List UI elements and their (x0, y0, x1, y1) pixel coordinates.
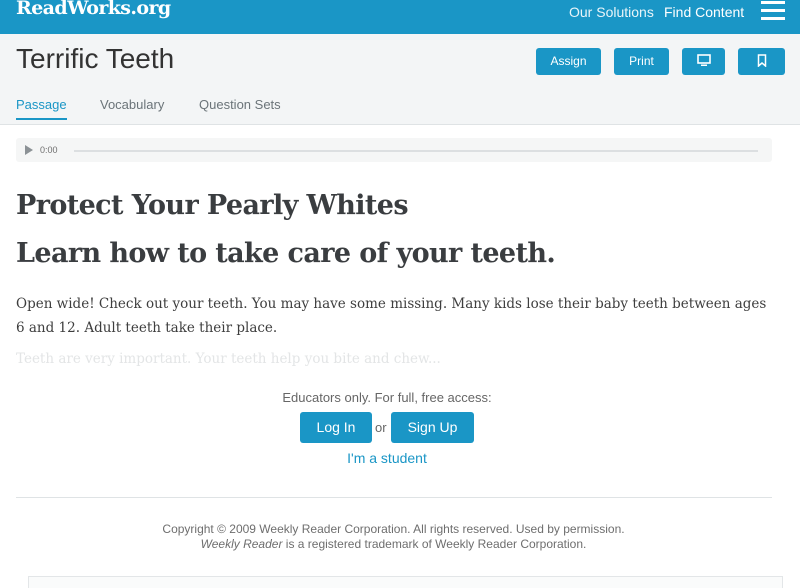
trademark-text: is a registered trademark of Weekly Read… (282, 537, 587, 551)
sign-up-button[interactable]: Sign Up (391, 412, 474, 443)
assign-button[interactable]: Assign (536, 48, 601, 75)
monitor-icon (696, 54, 711, 66)
audio-time: 0:00 (40, 145, 58, 155)
passage-heading: Protect Your Pearly Whites (16, 190, 409, 221)
audio-progress-track[interactable] (74, 150, 758, 152)
tab-passage[interactable]: Passage (16, 97, 67, 120)
article-header: Terrific Teeth Assign Print Passage Voca… (0, 34, 800, 125)
nav-find-content[interactable]: Find Content (664, 4, 744, 20)
nav-our-solutions[interactable]: Our Solutions (569, 4, 654, 20)
page-title: Terrific Teeth (16, 43, 175, 74)
print-button[interactable]: Print (614, 48, 669, 75)
passage-subheading: Learn how to take care of your teeth. (16, 238, 556, 269)
trademark-brand: Weekly Reader (200, 537, 283, 551)
copyright-line: Copyright © 2009 Weekly Reader Corporati… (162, 522, 625, 536)
log-in-button[interactable]: Log In (300, 412, 372, 443)
tab-vocabulary[interactable]: Vocabulary (100, 97, 164, 112)
footer-divider (16, 497, 772, 498)
bottom-panel (28, 576, 783, 588)
present-button[interactable] (682, 48, 725, 75)
hamburger-menu-icon[interactable] (761, 1, 785, 21)
copyright-notice: Copyright © 2009 Weekly Reader Corporati… (0, 522, 787, 552)
bookmark-icon (757, 54, 766, 68)
audio-player: 0:00 (16, 138, 772, 162)
passage-paragraph: Open wide! Check out your teeth. You may… (16, 296, 767, 336)
readworks-logo[interactable]: ReadWorks.org (16, 0, 171, 19)
bookmark-button[interactable] (738, 48, 785, 75)
tab-question-sets[interactable]: Question Sets (199, 97, 281, 112)
passage-faded-preview: Teeth are very important. Your teeth hel… (16, 351, 441, 367)
or-separator: or (375, 420, 387, 435)
top-navigation-bar: ReadWorks.org Our Solutions Find Content (0, 0, 800, 34)
play-icon[interactable] (25, 145, 33, 155)
educators-access-note: Educators only. For full, free access: (282, 390, 492, 405)
trademark-line: Weekly Reader is a registered trademark … (0, 537, 787, 552)
student-link[interactable]: I'm a student (0, 450, 774, 466)
